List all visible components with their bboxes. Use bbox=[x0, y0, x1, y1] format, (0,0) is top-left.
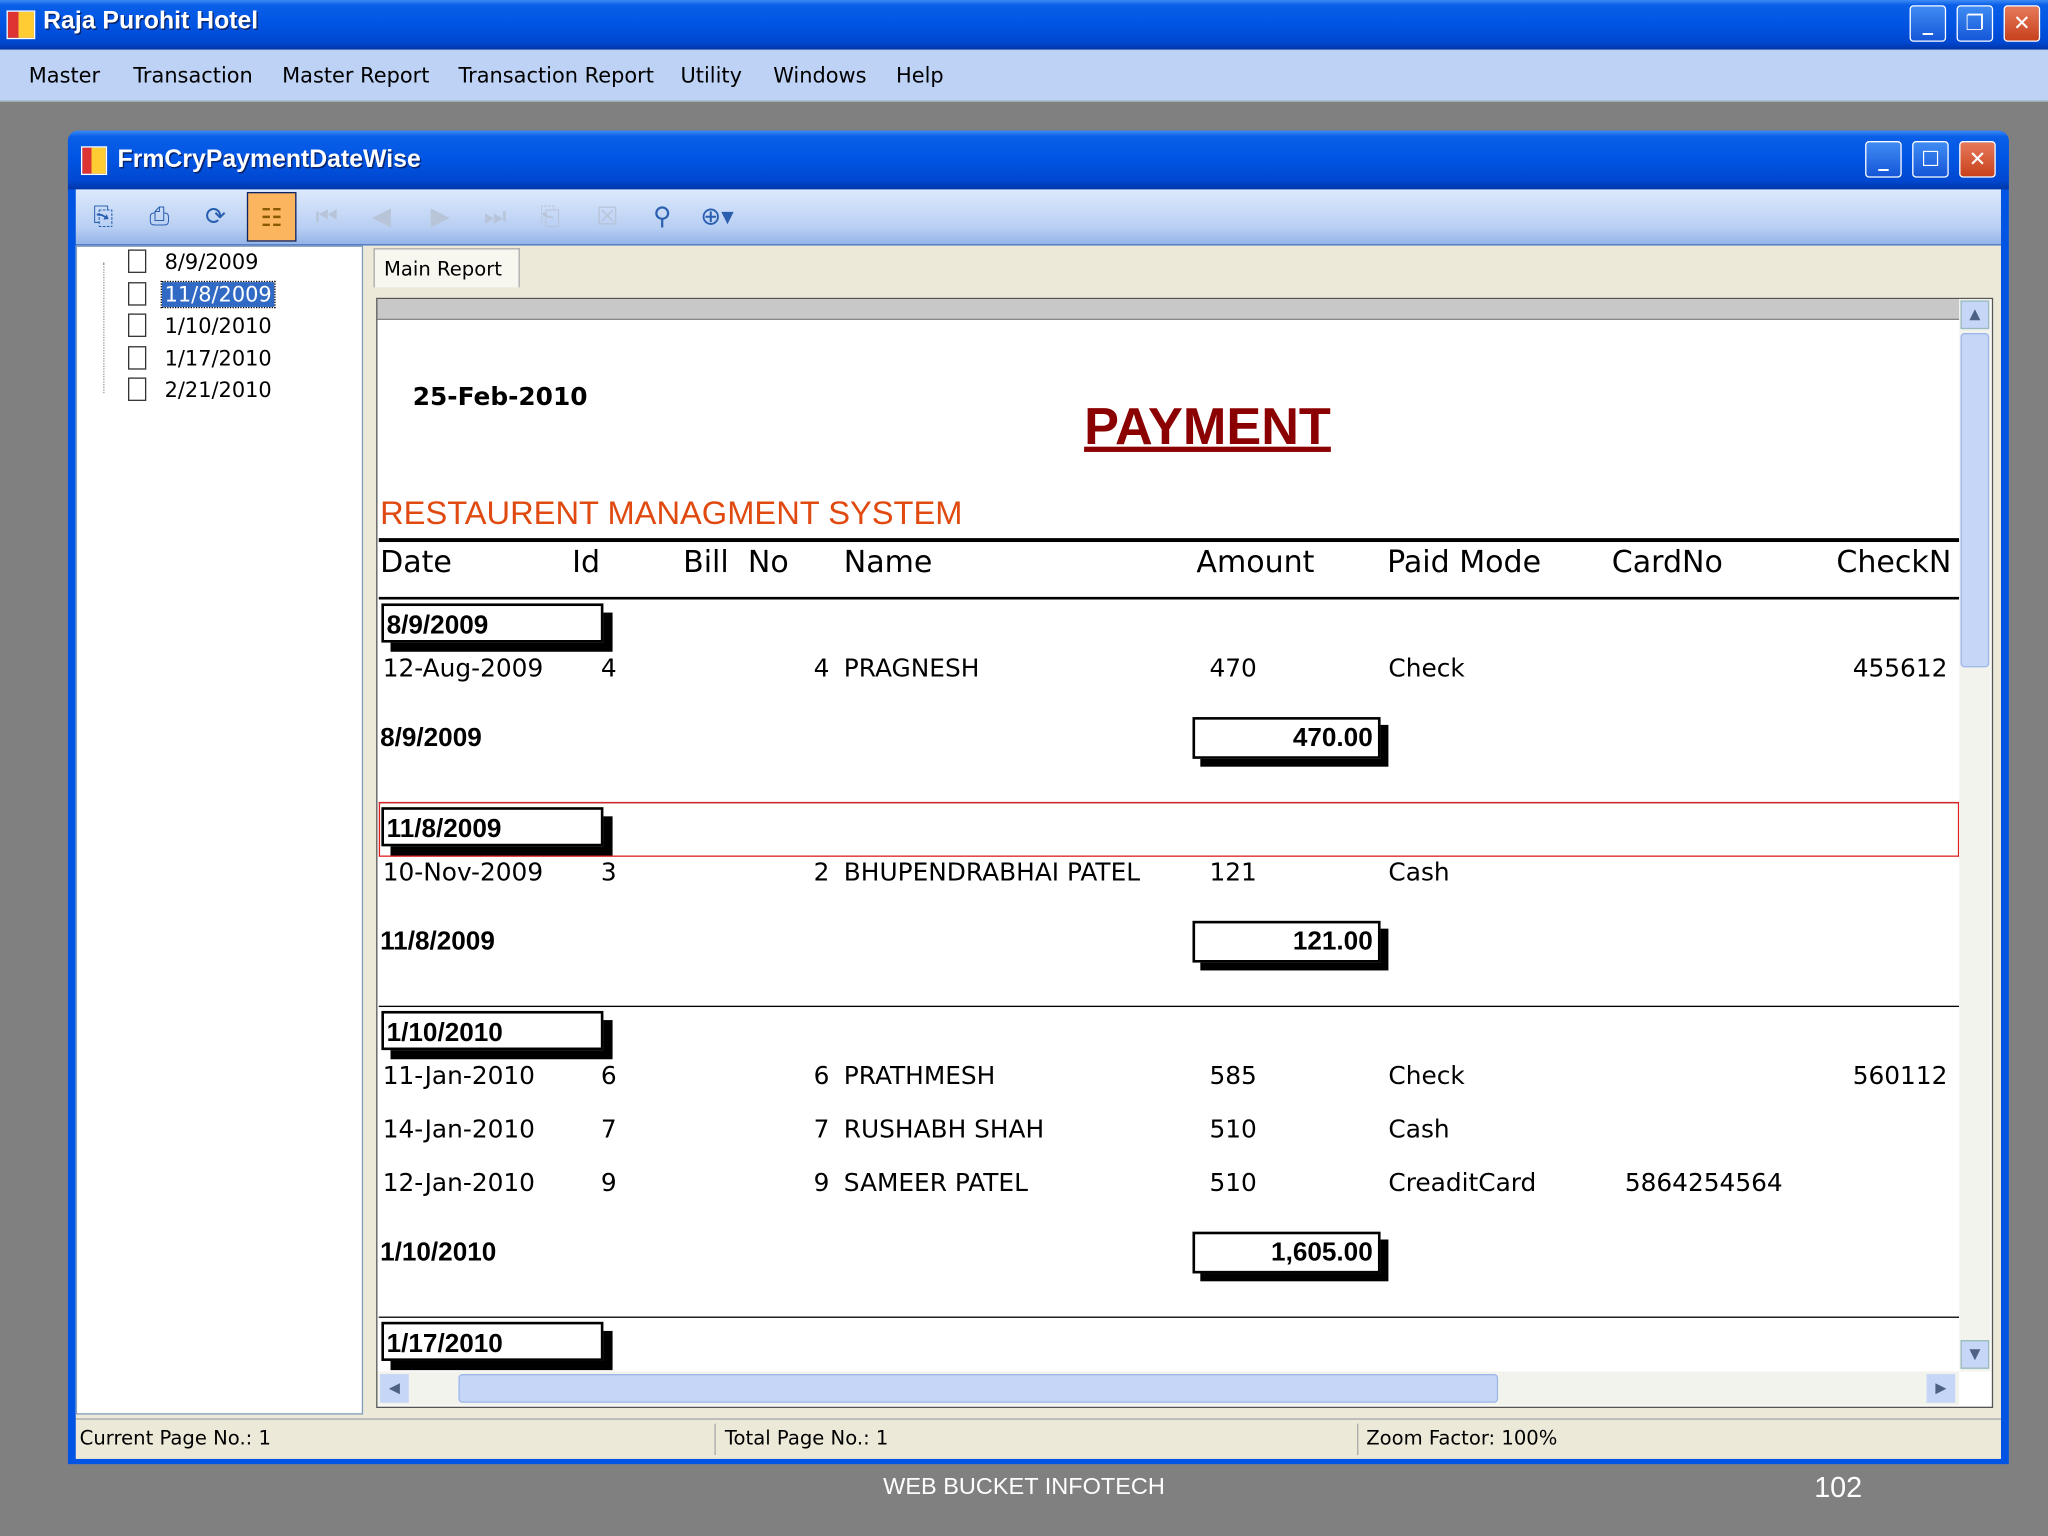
col-amount: Amount bbox=[1196, 545, 1315, 580]
row-check-no: 560112 bbox=[1852, 1061, 1948, 1091]
status-divider bbox=[1357, 1423, 1359, 1456]
row-date: 10-Nov-2009 bbox=[382, 858, 544, 887]
vertical-scrollbar[interactable]: ▲ ▼ bbox=[1959, 299, 1991, 1372]
zoom-factor-status: Zoom Factor: 100% bbox=[1366, 1426, 1558, 1450]
group-separator bbox=[378, 1316, 1960, 1318]
footer-company: WEB BUCKET INFOTECH bbox=[883, 1473, 1165, 1500]
screen: Raja Purohit Hotel _ ❐ ✕ Master Transact… bbox=[0, 0, 2048, 1536]
row-amount: 470 bbox=[1209, 654, 1257, 684]
row-paid-mode: Cash bbox=[1388, 1115, 1450, 1145]
col-check-no: CheckN bbox=[1836, 545, 1952, 580]
row-name: BHUPENDRABHAI PATEL bbox=[843, 858, 1141, 887]
vertical-scroll-thumb[interactable] bbox=[1960, 333, 1990, 668]
horizontal-scrollbar[interactable]: ◀ ▶ bbox=[377, 1371, 1960, 1406]
row-name: PRATHMESH bbox=[843, 1061, 996, 1091]
group-total: 470.00 bbox=[1192, 717, 1381, 759]
row-bill-no: 6 bbox=[813, 1061, 830, 1091]
row-id: 3 bbox=[600, 858, 617, 887]
close-button[interactable]: ✕ bbox=[2003, 5, 2041, 42]
row-id: 6 bbox=[600, 1061, 617, 1091]
group-header[interactable]: 11/8/2009 bbox=[381, 807, 604, 847]
col-card-no: CardNo bbox=[1611, 545, 1723, 580]
row-date: 12-Aug-2009 bbox=[382, 654, 544, 684]
selected-group-highlight bbox=[378, 801, 1960, 857]
status-bar bbox=[75, 1418, 2001, 1459]
row-check-no: 455612 bbox=[1852, 654, 1948, 684]
row-date: 12-Jan-2010 bbox=[382, 1168, 535, 1198]
scroll-down-button[interactable]: ▼ bbox=[1960, 1340, 1990, 1369]
row-id: 9 bbox=[600, 1168, 617, 1198]
row-amount: 121 bbox=[1209, 858, 1257, 887]
report-subtitle: RESTAURENT MANAGMENT SYSTEM bbox=[380, 495, 963, 532]
restore-button[interactable]: ❐ bbox=[1956, 5, 1994, 42]
row-id: 7 bbox=[600, 1115, 617, 1145]
group-header[interactable]: 1/10/2010 bbox=[381, 1010, 604, 1051]
col-paid-mode: Paid Mode bbox=[1387, 545, 1542, 580]
col-date: Date bbox=[380, 545, 452, 580]
col-id: Id bbox=[572, 545, 601, 580]
print-date: 25-Feb-2010 bbox=[412, 382, 588, 412]
row-date: 11-Jan-2010 bbox=[382, 1061, 535, 1091]
scroll-left-button[interactable]: ◀ bbox=[380, 1374, 409, 1403]
row-date: 14-Jan-2010 bbox=[382, 1115, 535, 1145]
row-card-no: 5864254564 bbox=[1624, 1168, 1783, 1198]
group-total: 121.00 bbox=[1192, 920, 1381, 963]
row-bill-no: 9 bbox=[813, 1168, 830, 1198]
group-separator bbox=[378, 1005, 1960, 1008]
scroll-right-button[interactable]: ▶ bbox=[1926, 1374, 1956, 1403]
group-header[interactable]: 8/9/2009 bbox=[381, 603, 604, 643]
row-bill-no: 2 bbox=[813, 858, 830, 887]
col-bill-no: Bill No bbox=[683, 545, 789, 580]
group-total: 1,605.00 bbox=[1192, 1231, 1381, 1274]
row-id: 4 bbox=[600, 654, 617, 684]
status-divider bbox=[714, 1423, 716, 1456]
row-paid-mode: CreaditCard bbox=[1388, 1168, 1537, 1198]
row-paid-mode: Cash bbox=[1388, 858, 1450, 887]
header-top-rule bbox=[378, 538, 1960, 543]
row-paid-mode: Check bbox=[1388, 1061, 1465, 1091]
group-footer-label: 8/9/2009 bbox=[380, 723, 482, 753]
report-content: 25-Feb-2010 PAYMENT RESTAURENT MANAGMENT… bbox=[0, 0, 1960, 1371]
row-amount: 510 bbox=[1209, 1115, 1257, 1145]
row-bill-no: 7 bbox=[813, 1115, 830, 1145]
col-name: Name bbox=[843, 545, 933, 580]
row-amount: 585 bbox=[1209, 1061, 1257, 1091]
row-name: RUSHABH SHAH bbox=[843, 1115, 1045, 1145]
row-bill-no: 4 bbox=[813, 654, 830, 684]
row-name: PRAGNESH bbox=[843, 654, 980, 684]
footer-page-number: 102 bbox=[1814, 1470, 1863, 1504]
row-name: SAMEER PATEL bbox=[843, 1168, 1028, 1198]
group-footer-label: 11/8/2009 bbox=[380, 927, 495, 957]
group-footer-label: 1/10/2010 bbox=[380, 1238, 497, 1267]
horizontal-scroll-thumb[interactable] bbox=[458, 1374, 1499, 1403]
report-title: PAYMENT bbox=[1084, 398, 1331, 456]
row-paid-mode: Check bbox=[1388, 654, 1465, 684]
current-page-status: Current Page No.: 1 bbox=[79, 1426, 271, 1450]
scroll-up-button[interactable]: ▲ bbox=[1960, 300, 1990, 330]
header-bottom-rule bbox=[378, 596, 1960, 600]
child-close-button[interactable]: ✕ bbox=[1959, 141, 1996, 178]
row-amount: 510 bbox=[1209, 1168, 1257, 1198]
total-page-status: Total Page No.: 1 bbox=[724, 1426, 889, 1450]
group-header[interactable]: 1/17/2010 bbox=[381, 1321, 604, 1361]
